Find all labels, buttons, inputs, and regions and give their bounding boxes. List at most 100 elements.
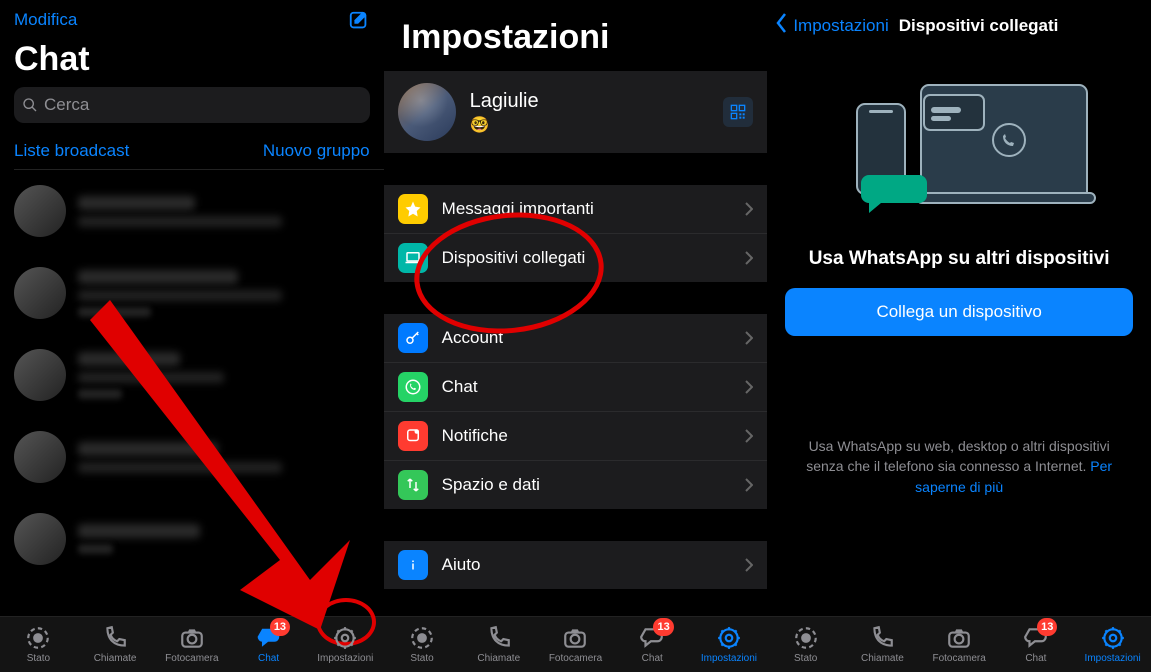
- chevron-right-icon: [745, 429, 753, 443]
- tab-fotocamera[interactable]: Fotocamera: [153, 617, 230, 672]
- settings-cell-chat[interactable]: Chat: [384, 363, 768, 412]
- phone-icon: [102, 625, 128, 651]
- tab-label: Stato: [410, 653, 433, 664]
- star-icon: [398, 194, 428, 224]
- badge: 13: [1037, 618, 1057, 636]
- profile-name: Lagiulie: [470, 90, 710, 113]
- desc-text: Usa WhatsApp su web, desktop o altri dis…: [806, 438, 1110, 474]
- qr-icon: [730, 104, 746, 120]
- back-label[interactable]: Impostazioni: [793, 16, 888, 36]
- tab-chat[interactable]: 13 Chat: [230, 617, 307, 672]
- tab-stato[interactable]: Stato: [0, 617, 77, 672]
- phone-icon: [869, 625, 895, 651]
- description: Usa WhatsApp su web, desktop o altri dis…: [767, 436, 1151, 497]
- page-title: Chat: [0, 38, 384, 87]
- chevron-right-icon: [745, 558, 753, 572]
- settings-cell-account[interactable]: Account: [384, 314, 768, 363]
- illustration: [787, 57, 1131, 232]
- settings-cell-help[interactable]: Aiuto: [384, 541, 768, 589]
- search-placeholder: Cerca: [44, 95, 89, 115]
- broadcast-link[interactable]: Liste broadcast: [14, 141, 129, 161]
- tab-chiamate[interactable]: Chiamate: [844, 617, 921, 672]
- tab-chat[interactable]: 13 Chat: [614, 617, 691, 672]
- compose-icon[interactable]: [348, 10, 370, 32]
- avatar: [398, 83, 456, 141]
- arrows-icon: [398, 470, 428, 500]
- tab-fotocamera[interactable]: Fotocamera: [921, 617, 998, 672]
- camera-icon: [946, 625, 972, 651]
- tab-impostazioni[interactable]: Impostazioni: [691, 617, 768, 672]
- avatar: [14, 267, 66, 319]
- tab-label: Stato: [27, 653, 50, 664]
- chat-row[interactable]: [0, 334, 384, 416]
- screen-settings: Impostazioni Lagiulie 🤓 Messaggi importa…: [384, 0, 768, 672]
- edit-button[interactable]: Modifica: [14, 10, 77, 32]
- chat-list[interactable]: [0, 170, 384, 616]
- avatar: [14, 185, 66, 237]
- chevron-right-icon: [745, 251, 753, 265]
- avatar: [14, 349, 66, 401]
- tab-bar: Stato Chiamate Fotocamera 13 Chat Imposta…: [384, 616, 768, 672]
- tab-chiamate[interactable]: Chiamate: [77, 617, 154, 672]
- phone-icon: [486, 625, 512, 651]
- settings-group: Messaggi importanti Dispositivi collegat…: [384, 185, 768, 282]
- cell-label: Dispositivi collegati: [442, 248, 732, 268]
- tab-stato[interactable]: Stato: [767, 617, 844, 672]
- tab-impostazioni[interactable]: Impostazioni: [1074, 617, 1151, 672]
- camera-icon: [562, 625, 588, 651]
- chat-row[interactable]: [0, 416, 384, 498]
- tab-label: Chat: [258, 653, 279, 664]
- screen-chat-list: Modifica Chat Cerca Liste broadcast Nuov…: [0, 0, 384, 672]
- key-icon: [398, 323, 428, 353]
- settings-cell-storage[interactable]: Spazio e dati: [384, 461, 768, 509]
- settings-cell-notifications[interactable]: Notifiche: [384, 412, 768, 461]
- profile-row[interactable]: Lagiulie 🤓: [384, 71, 768, 153]
- tab-chat[interactable]: 13 Chat: [998, 617, 1075, 672]
- tab-bar: Stato Chiamate Fotocamera 13 Chat Impost…: [0, 616, 384, 672]
- whatsapp-icon: [398, 372, 428, 402]
- back-button[interactable]: [773, 12, 789, 39]
- tab-label: Chiamate: [861, 653, 904, 664]
- tab-label: Impostazioni: [1085, 653, 1141, 664]
- tab-label: Chiamate: [477, 653, 520, 664]
- profile-status: 🤓: [470, 115, 710, 135]
- tab-label: Stato: [794, 653, 817, 664]
- gear-icon: [332, 625, 358, 651]
- tab-label: Chat: [1025, 653, 1046, 664]
- tab-fotocamera[interactable]: Fotocamera: [537, 617, 614, 672]
- settings-cell-linked-devices[interactable]: Dispositivi collegati: [384, 234, 768, 282]
- chat-row[interactable]: [0, 498, 384, 580]
- chat-row[interactable]: [0, 252, 384, 334]
- search-icon: [22, 97, 38, 113]
- tab-label: Fotocamera: [549, 653, 602, 664]
- status-icon: [25, 625, 51, 651]
- chevron-right-icon: [745, 380, 753, 394]
- search-input[interactable]: Cerca: [14, 87, 370, 123]
- info-icon: [398, 550, 428, 580]
- chat-row[interactable]: [0, 170, 384, 252]
- status-icon: [409, 625, 435, 651]
- laptop-icon: [398, 243, 428, 273]
- cell-label: Account: [442, 328, 732, 348]
- tab-label: Chat: [642, 653, 663, 664]
- cell-label: Notifiche: [442, 426, 732, 446]
- tab-chiamate[interactable]: Chiamate: [460, 617, 537, 672]
- badge: 13: [270, 618, 290, 636]
- gear-icon: [716, 625, 742, 651]
- tab-impostazioni[interactable]: Impostazioni: [307, 617, 384, 672]
- new-group-link[interactable]: Nuovo gruppo: [263, 141, 370, 161]
- camera-icon: [179, 625, 205, 651]
- avatar: [14, 431, 66, 483]
- chevron-right-icon: [745, 478, 753, 492]
- screen-linked-devices: Impostazioni Dispositivi collegati: [767, 0, 1151, 672]
- tab-stato[interactable]: Stato: [384, 617, 461, 672]
- bell-icon: [398, 421, 428, 451]
- badge: 13: [653, 618, 673, 636]
- settings-cell-starred[interactable]: Messaggi importanti: [384, 185, 768, 234]
- link-device-button[interactable]: Collega un dispositivo: [785, 288, 1133, 336]
- cell-label: Messaggi importanti: [442, 199, 732, 219]
- qr-code-button[interactable]: [723, 97, 753, 127]
- settings-group: Account Chat Notifiche Spazio e dati: [384, 314, 768, 509]
- header: Impostazioni Dispositivi collegati: [767, 0, 1151, 47]
- tab-label: Fotocamera: [165, 653, 218, 664]
